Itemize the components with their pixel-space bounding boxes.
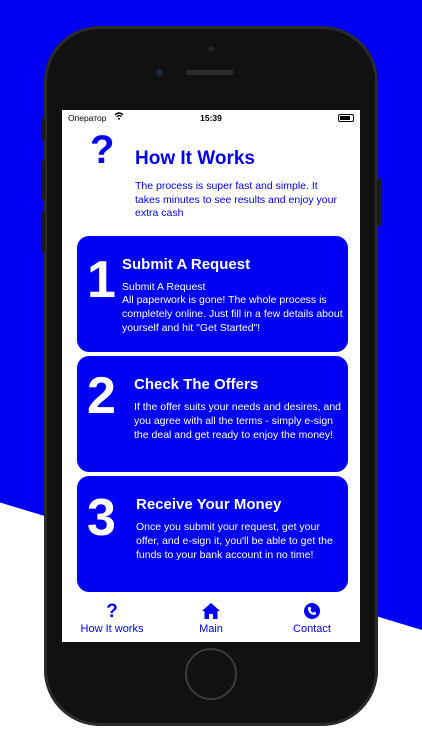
clock: 15:39 (200, 113, 222, 123)
step-title: Submit A Request (122, 256, 251, 273)
tab-label: Contact (293, 623, 331, 635)
tab-bar: ? How It works Main Contact (62, 602, 360, 642)
step-number: 2 (87, 367, 116, 425)
step-number: 1 (87, 251, 116, 309)
app-screen: Оператор 15:39 ? How It Works The proces… (62, 110, 360, 642)
step-text: Once you submit your request, get your o… (136, 521, 333, 561)
tab-label: How It works (80, 623, 144, 635)
step-card-3: 3 Receive Your Money Once you submit you… (77, 476, 348, 592)
status-bar: Оператор 15:39 (62, 110, 360, 126)
tab-label: Main (199, 623, 223, 635)
volume-up-button (41, 160, 45, 200)
step-number: 3 (87, 489, 116, 547)
power-button (377, 178, 381, 226)
volume-down-button (41, 212, 45, 252)
question-mark-icon: ? (106, 601, 118, 622)
battery-icon (338, 114, 354, 122)
step-text: If the offer suits your needs and desire… (134, 401, 342, 441)
page-subtitle: The process is super fast and simple. It… (135, 180, 337, 219)
mute-switch (41, 118, 45, 140)
tab-contact[interactable]: Contact (262, 602, 360, 635)
tab-main[interactable]: Main (161, 602, 261, 635)
step-card-1: 1 Submit A Request Submit A Request All … (77, 236, 348, 352)
camera-icon (156, 69, 163, 76)
home-icon (161, 602, 261, 622)
step-title: Receive Your Money (136, 496, 282, 513)
page-title: How It Works (135, 148, 255, 169)
step-card-2: 2 Check The Offers If the offer suits yo… (77, 356, 348, 472)
step-text: All paperwork is gone! The whole process… (122, 294, 343, 334)
home-button[interactable] (185, 648, 237, 700)
phone-icon (262, 602, 360, 622)
speaker-grille (186, 70, 234, 75)
tab-how-it-works[interactable]: ? How It works (62, 601, 162, 636)
step-subtitle: Submit A Request (122, 281, 206, 293)
question-mark-icon: ? (90, 128, 115, 172)
step-title: Check The Offers (134, 376, 259, 393)
front-sensor (208, 46, 214, 52)
